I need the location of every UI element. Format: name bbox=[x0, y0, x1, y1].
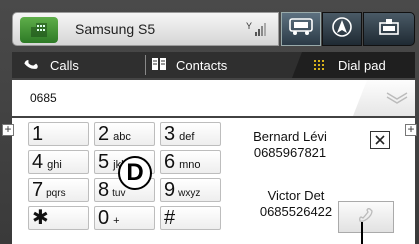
backspace-button[interactable] bbox=[353, 80, 415, 116]
media-button[interactable] bbox=[363, 12, 415, 46]
tab-dialpad-label: Dial pad bbox=[338, 57, 386, 73]
key-1[interactable]: 1 bbox=[28, 122, 89, 146]
key-letters: ghi bbox=[47, 159, 62, 171]
key-7[interactable]: 7 pqrs bbox=[28, 178, 89, 202]
left-expand-button[interactable]: + bbox=[2, 123, 14, 136]
key-digit: 8 bbox=[98, 179, 110, 201]
navigation-icon bbox=[331, 16, 353, 43]
key-star[interactable]: ✱ bbox=[28, 206, 89, 230]
tab-dialpad[interactable]: Dial pad bbox=[292, 52, 415, 78]
phone-app-icon[interactable] bbox=[20, 17, 58, 43]
key-digit: ✱ bbox=[32, 207, 49, 229]
dial-number-value: 0685 bbox=[30, 91, 57, 105]
car-button[interactable] bbox=[281, 12, 321, 46]
navigation-button[interactable] bbox=[322, 12, 362, 46]
call-button[interactable] bbox=[338, 201, 394, 233]
contact-suggestion[interactable]: Victor Det 0685526422 bbox=[246, 188, 346, 220]
media-icon bbox=[378, 18, 400, 41]
tab-divider bbox=[145, 55, 146, 75]
tab-contacts[interactable]: Contacts bbox=[152, 52, 282, 78]
key-digit: 2 bbox=[98, 123, 110, 145]
dial-number-field[interactable]: 0685 bbox=[12, 80, 415, 116]
screen: Samsung S5 Y Calls Contacts Dial pad 068… bbox=[0, 0, 419, 244]
contact-suggestion[interactable]: Bernard Lévi 0685967821 bbox=[240, 129, 340, 161]
key-2[interactable]: 2 abc bbox=[94, 122, 155, 146]
top-bar: Samsung S5 Y bbox=[12, 12, 415, 48]
key-3[interactable]: 3 def bbox=[160, 122, 221, 146]
app-title: Samsung S5 bbox=[75, 21, 156, 37]
right-expand-button[interactable]: + bbox=[405, 123, 417, 136]
tab-calls-label: Calls bbox=[50, 57, 79, 73]
phone-icon bbox=[24, 57, 40, 74]
contacts-icon bbox=[152, 57, 166, 73]
signal-strength-icon: Y bbox=[246, 20, 268, 38]
delete-button[interactable] bbox=[370, 131, 390, 149]
key-letters: mno bbox=[179, 159, 201, 171]
key-digit: 6 bbox=[164, 151, 176, 173]
dial-pad-panel: 1 2 abc 3 def 4 ghi 5 jkl 6 mno 7 pqrs 8 tuv 9w… bbox=[12, 118, 415, 244]
key-digit: 7 bbox=[32, 179, 44, 201]
key-letters: abc bbox=[113, 131, 131, 143]
car-icon bbox=[289, 17, 313, 41]
contact-name: Bernard Lévi bbox=[253, 129, 327, 144]
key-digit: 0 bbox=[98, 207, 110, 229]
tab-contacts-label: Contacts bbox=[176, 57, 228, 73]
key-6[interactable]: 6 mno bbox=[160, 150, 221, 174]
contact-name: Victor Det bbox=[267, 188, 325, 203]
key-digit: 3 bbox=[164, 123, 176, 145]
key-letters: + bbox=[113, 215, 120, 227]
key-digit: 4 bbox=[32, 151, 44, 173]
key-hash[interactable]: # bbox=[160, 206, 221, 230]
callout-pointer-line bbox=[361, 222, 363, 244]
key-digit: # bbox=[164, 207, 176, 229]
callout-label-d: D bbox=[118, 156, 152, 190]
key-letters: wxyz bbox=[178, 188, 201, 199]
key-digit: 5 bbox=[98, 151, 110, 173]
key-digit: 9 bbox=[164, 179, 176, 201]
contact-number: 0685967821 bbox=[253, 145, 327, 160]
key-letters: def bbox=[179, 131, 195, 143]
call-icon bbox=[357, 206, 375, 229]
tab-bar: Calls Contacts Dial pad bbox=[12, 52, 415, 78]
tab-calls[interactable]: Calls bbox=[24, 52, 144, 78]
key-4[interactable]: 4 ghi bbox=[28, 150, 89, 174]
dialpad-icon bbox=[314, 58, 324, 73]
key-0[interactable]: 0 + bbox=[94, 206, 155, 230]
delete-icon bbox=[375, 134, 385, 147]
key-digit: 1 bbox=[32, 123, 44, 145]
key-9[interactable]: 9 wxyz bbox=[160, 178, 221, 202]
key-letters: tuv bbox=[112, 188, 126, 199]
contact-number: 0685526422 bbox=[259, 204, 333, 219]
app-header: Samsung S5 Y bbox=[12, 12, 279, 46]
svg-text:Y: Y bbox=[246, 21, 252, 31]
key-letters: pqrs bbox=[46, 188, 66, 199]
backspace-icon bbox=[385, 85, 409, 112]
